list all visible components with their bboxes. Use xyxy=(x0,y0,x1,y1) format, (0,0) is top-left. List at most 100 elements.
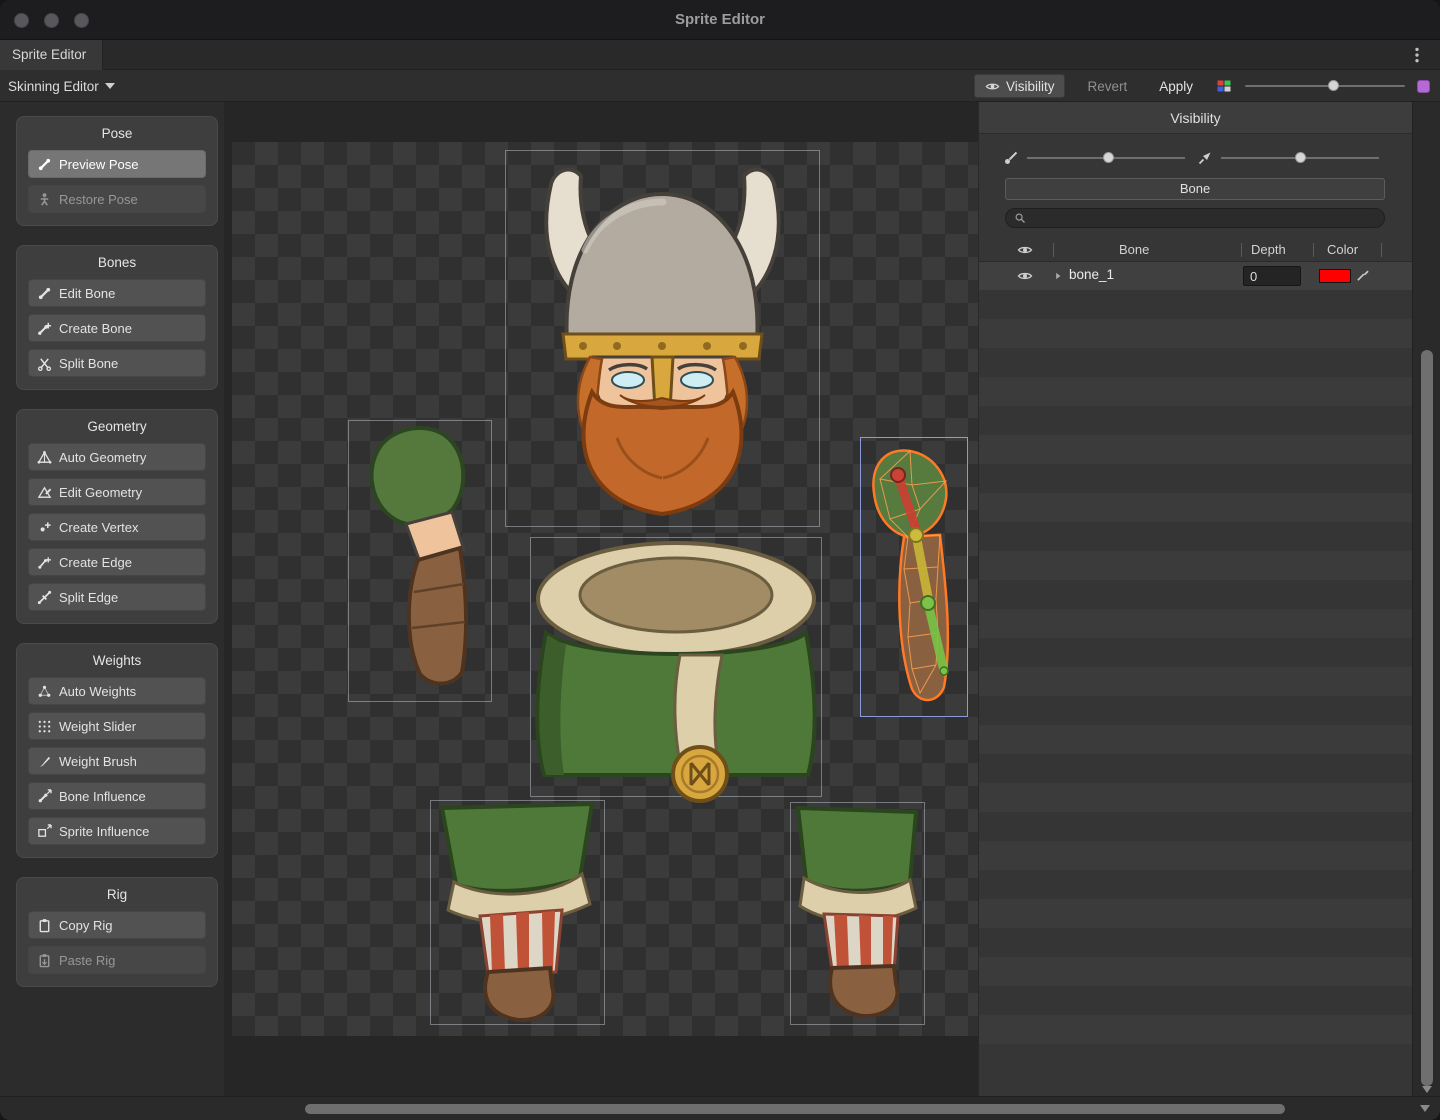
bone-search-box[interactable] xyxy=(1005,208,1385,228)
copy-rig-button[interactable]: Copy Rig xyxy=(28,911,206,939)
bone-opacity-slider[interactable] xyxy=(1003,146,1189,170)
bone-depth-input[interactable] xyxy=(1243,266,1301,286)
column-bone: Bone xyxy=(1119,242,1149,257)
sprite-bounds-leg-left xyxy=(430,800,605,1025)
auto-weights-icon xyxy=(37,684,52,699)
vertical-scrollbar[interactable] xyxy=(1412,102,1440,1096)
weights-group-title: Weights xyxy=(28,653,206,668)
edit-bone-button[interactable]: Edit Bone xyxy=(28,279,206,307)
auto-geometry-icon xyxy=(37,450,52,465)
bone-visibility-eye-icon[interactable] xyxy=(1017,268,1033,284)
button-label: Edit Bone xyxy=(59,286,115,301)
bone-tab-button[interactable]: Bone xyxy=(1005,178,1385,200)
weight-slider-icon xyxy=(37,719,52,734)
button-label: Create Edge xyxy=(59,555,132,570)
weights-group: Weights Auto Weights Weight Slider Weigh… xyxy=(16,643,218,858)
weight-brush-icon xyxy=(37,754,52,769)
button-label: Create Vertex xyxy=(59,520,139,535)
preview-pose-icon xyxy=(37,157,52,172)
split-edge-button[interactable]: Split Edge xyxy=(28,583,206,611)
vertical-scrollbar-thumb[interactable] xyxy=(1421,350,1433,1086)
rig-group-title: Rig xyxy=(28,887,206,902)
create-edge-icon xyxy=(37,555,52,570)
bone-name: bone_1 xyxy=(1069,267,1114,282)
expand-triangle-icon[interactable] xyxy=(1053,271,1063,281)
apply-button[interactable]: Apply xyxy=(1149,74,1203,98)
horizontal-scrollbar[interactable] xyxy=(0,1096,1440,1120)
button-label: Create Bone xyxy=(59,321,132,336)
eye-icon xyxy=(985,79,1000,94)
horizontal-scrollbar-thumb[interactable] xyxy=(305,1104,1285,1114)
auto-weights-button[interactable]: Auto Weights xyxy=(28,677,206,705)
skinning-editor-dropdown[interactable]: Skinning Editor xyxy=(8,70,115,102)
bone-influence-icon xyxy=(37,789,52,804)
create-vertex-icon xyxy=(37,520,52,535)
bone-list-header: Bone Depth Color xyxy=(979,238,1412,262)
column-depth: Depth xyxy=(1251,242,1286,257)
mesh-opacity-slider[interactable] xyxy=(1197,146,1383,170)
copy-rig-icon xyxy=(37,918,52,933)
button-label: Weight Slider xyxy=(59,719,136,734)
weight-brush-button[interactable]: Weight Brush xyxy=(28,747,206,775)
alpha-slider-handle-icon[interactable] xyxy=(1417,80,1430,93)
bone-list-empty-rows xyxy=(979,290,1412,1044)
bone-color-swatch[interactable] xyxy=(1319,269,1351,283)
button-label: Weight Brush xyxy=(59,754,137,769)
button-label: Split Bone xyxy=(59,356,118,371)
split-edge-icon xyxy=(37,590,52,605)
eyedropper-icon[interactable] xyxy=(1355,268,1370,283)
visibility-toggle-button[interactable]: Visibility xyxy=(974,74,1066,98)
geometry-group: Geometry Auto Geometry Edit Geometry Cre… xyxy=(16,409,218,624)
sprite-influence-button[interactable]: Sprite Influence xyxy=(28,817,206,845)
edit-geometry-button[interactable]: Edit Geometry xyxy=(28,478,206,506)
sprite-bounds-head xyxy=(505,150,820,527)
mesh-opacity-handle[interactable] xyxy=(1295,152,1306,163)
sprite-bounds-leg-right xyxy=(790,802,925,1025)
sprite-influence-icon xyxy=(37,824,52,839)
button-label: Auto Geometry xyxy=(59,450,146,465)
sprite-bounds-arm-selected xyxy=(860,437,968,717)
bone-influence-button[interactable]: Bone Influence xyxy=(28,782,206,810)
visibility-label: Visibility xyxy=(1006,79,1055,94)
pose-group: Pose Preview Pose Restore Pose xyxy=(16,116,218,226)
toggle-all-visibility-eye-icon[interactable] xyxy=(1017,242,1033,258)
overflow-menu-icon[interactable] xyxy=(1408,46,1426,64)
canvas[interactable] xyxy=(224,102,978,1096)
button-label: Copy Rig xyxy=(59,918,112,933)
button-label: Sprite Influence xyxy=(59,824,149,839)
bones-group-title: Bones xyxy=(28,255,206,270)
scroll-down-arrow-icon[interactable] xyxy=(1422,1086,1432,1093)
revert-button[interactable]: Revert xyxy=(1077,74,1137,98)
tabbar: Sprite Editor xyxy=(0,40,1440,70)
bone-opacity-handle[interactable] xyxy=(1103,152,1114,163)
preview-pose-button[interactable]: Preview Pose xyxy=(28,150,206,178)
zoom-slider-handle[interactable] xyxy=(1328,80,1339,91)
paste-rig-button[interactable]: Paste Rig xyxy=(28,946,206,974)
color-channels-icon[interactable] xyxy=(1215,78,1233,94)
tab-sprite-editor[interactable]: Sprite Editor xyxy=(0,40,103,70)
split-bone-button[interactable]: Split Bone xyxy=(28,349,206,377)
button-label: Bone Influence xyxy=(59,789,146,804)
sprite-editor-window: Sprite Editor Sprite Editor Skinning Edi… xyxy=(0,0,1440,1120)
paste-rig-icon xyxy=(37,953,52,968)
weight-slider-button[interactable]: Weight Slider xyxy=(28,712,206,740)
auto-geometry-button[interactable]: Auto Geometry xyxy=(28,443,206,471)
scroll-corner-arrow-icon[interactable] xyxy=(1420,1105,1430,1112)
restore-pose-button[interactable]: Restore Pose xyxy=(28,185,206,213)
sprite-bounds-arm-mitten xyxy=(348,420,492,702)
create-edge-button[interactable]: Create Edge xyxy=(28,548,206,576)
bone-row[interactable]: bone_1 xyxy=(979,262,1412,290)
sprite-bounds-torso xyxy=(530,537,822,797)
titlebar: Sprite Editor xyxy=(0,0,1440,40)
bone-search-input[interactable] xyxy=(1031,210,1376,226)
restore-pose-icon xyxy=(37,192,52,207)
geometry-group-title: Geometry xyxy=(28,419,206,434)
bones-group: Bones Edit Bone Create Bone Split Bone xyxy=(16,245,218,390)
pose-group-title: Pose xyxy=(28,126,206,141)
create-bone-button[interactable]: Create Bone xyxy=(28,314,206,342)
bone-opacity-brush-icon xyxy=(1003,150,1019,166)
edit-bone-icon xyxy=(37,286,52,301)
zoom-slider-track[interactable] xyxy=(1245,85,1405,87)
create-vertex-button[interactable]: Create Vertex xyxy=(28,513,206,541)
zoom-slider[interactable] xyxy=(1245,74,1405,98)
